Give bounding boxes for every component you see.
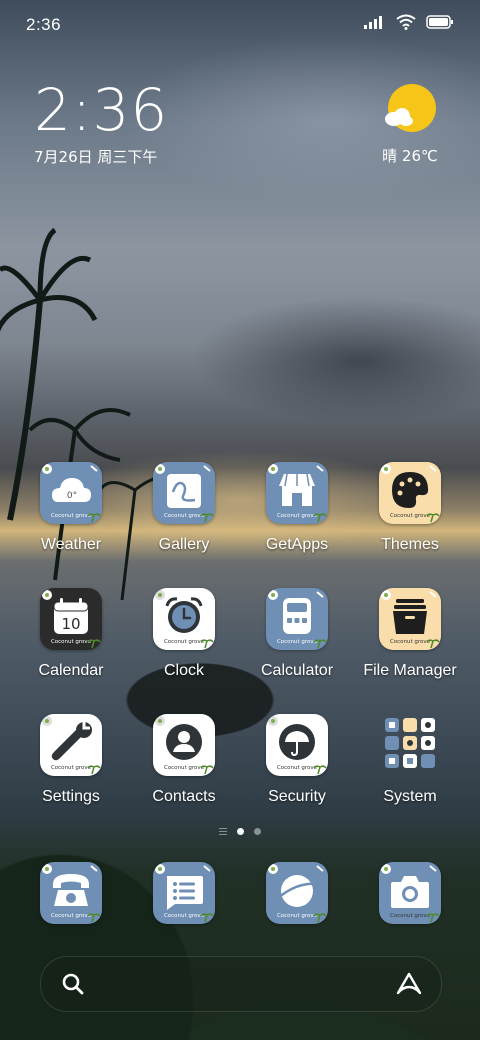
alarm-clock-icon: Coconut grove: [153, 588, 215, 650]
store-icon: Coconut grove: [266, 462, 328, 524]
phone-icon: Coconut grove: [40, 862, 102, 924]
app-label: Clock: [163, 662, 204, 679]
palette-icon: Coconut grove: [379, 462, 441, 524]
app-calculator[interactable]: Coconut grove Calculator: [242, 588, 352, 698]
app-label: Security: [268, 788, 326, 805]
page-indicator[interactable]: [0, 828, 480, 835]
wifi-icon: [396, 14, 416, 35]
app-label: Calendar: [38, 662, 104, 679]
app-file-manager[interactable]: Coconut grove File Manager: [355, 588, 465, 698]
app-label: Contacts: [152, 788, 216, 805]
app-getapps[interactable]: Coconut grove GetApps: [242, 462, 352, 572]
svg-text:Coconut grove: Coconut grove: [277, 513, 318, 519]
clock-widget-date: 7月26日 周三下午: [34, 148, 158, 166]
app-themes[interactable]: Coconut grove Themes: [355, 462, 465, 572]
app-folder-system[interactable]: System: [355, 714, 465, 824]
calculator-icon: Coconut grove: [266, 588, 328, 650]
svg-text:Coconut grove: Coconut grove: [277, 913, 318, 919]
svg-text:0°: 0°: [67, 491, 77, 501]
page-indicator-menu-icon: [219, 828, 227, 835]
app-label: Themes: [381, 536, 439, 553]
app-label: Gallery: [158, 536, 210, 553]
app-security[interactable]: Coconut grove Security: [242, 714, 352, 824]
app-settings[interactable]: Coconut grove Settings: [16, 714, 126, 824]
signal-icon: [364, 15, 386, 34]
app-label: File Manager: [363, 662, 457, 679]
svg-text:Coconut grove: Coconut grove: [390, 513, 431, 519]
app-clock[interactable]: Coconut grove Clock: [129, 588, 239, 698]
umbrella-shield-icon: Coconut grove: [266, 714, 328, 776]
camera-icon: Coconut grove: [379, 862, 441, 924]
folder-grid-icon: [379, 714, 441, 776]
calendar-icon: 10 Coconut grove: [40, 588, 102, 650]
gallery-icon: Coconut grove: [153, 462, 215, 524]
search-bar[interactable]: [40, 956, 442, 1012]
app-contacts[interactable]: Coconut grove Contacts: [129, 714, 239, 824]
browser-icon: Coconut grove: [266, 862, 328, 924]
status-icons: [364, 14, 454, 35]
svg-text:Coconut grove: Coconut grove: [51, 639, 92, 645]
palm-tree-silhouette: [0, 227, 176, 601]
weather-cloud-icon: 0° Coconut grove: [40, 462, 102, 524]
svg-text:Coconut grove: Coconut grove: [164, 765, 205, 771]
weather-widget-text: 晴 26℃: [382, 147, 438, 165]
app-label: GetApps: [265, 536, 329, 553]
search-icon[interactable]: [61, 972, 85, 1001]
svg-text:10: 10: [61, 615, 80, 633]
app-weather[interactable]: 0° Coconut grove Weather: [16, 462, 126, 572]
app-label: Settings: [42, 788, 100, 805]
messages-icon: Coconut grove: [153, 862, 215, 924]
dock: Coconut grove Coconut grove Coconut grov…: [0, 862, 480, 928]
page-dot: [254, 828, 261, 835]
svg-text:Coconut grove: Coconut grove: [390, 639, 431, 645]
status-bar: 2:36: [0, 0, 480, 48]
svg-text:Coconut grove: Coconut grove: [164, 913, 205, 919]
app-label: Weather: [40, 536, 102, 553]
svg-text:Coconut grove: Coconut grove: [164, 639, 205, 645]
page-dot-current: [237, 828, 244, 835]
weather-widget[interactable]: 晴 26℃: [374, 82, 446, 166]
assistant-icon[interactable]: [395, 971, 423, 1002]
svg-text:Coconut grove: Coconut grove: [51, 765, 92, 771]
clock-widget-time: 2:36: [34, 76, 169, 144]
svg-text:Coconut grove: Coconut grove: [51, 913, 92, 919]
svg-text:Coconut grove: Coconut grove: [164, 513, 205, 519]
svg-text:Coconut grove: Coconut grove: [51, 513, 92, 519]
svg-text:Coconut grove: Coconut grove: [277, 639, 318, 645]
svg-text:Coconut grove: Coconut grove: [277, 765, 318, 771]
app-calendar[interactable]: 10 Coconut grove Calendar: [16, 588, 126, 698]
app-gallery[interactable]: Coconut grove Gallery: [129, 462, 239, 572]
contact-icon: Coconut grove: [153, 714, 215, 776]
clock-widget[interactable]: 2:36 7月26日 周三下午: [34, 78, 168, 167]
battery-icon: [426, 15, 454, 34]
wrench-icon: Coconut grove: [40, 714, 102, 776]
app-label: System: [383, 788, 437, 805]
app-label: Calculator: [260, 662, 334, 679]
sunny-partly-cloudy-icon: [382, 84, 438, 138]
folder-icon: Coconut grove: [379, 588, 441, 650]
status-time: 2:36: [26, 15, 62, 34]
svg-text:Coconut grove: Coconut grove: [390, 913, 431, 919]
